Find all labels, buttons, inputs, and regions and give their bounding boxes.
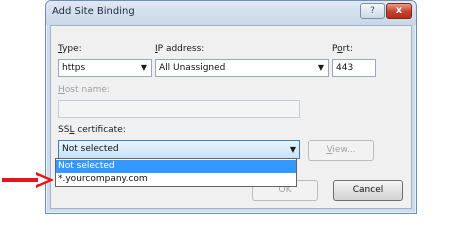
type-label: Type: [58,44,82,54]
ip-address-label: IP address: [155,44,205,54]
help-button[interactable]: ? [360,3,385,19]
arrow-right-icon [2,172,54,188]
close-icon: x [395,5,403,16]
ip-address-select[interactable]: All Unassigned ▼ [155,59,329,77]
ssl-certificate-dropdown-list: Not selected *.yourcompany.com [55,158,297,187]
view-button[interactable]: View... [308,140,374,161]
host-name-label: Host name: [58,85,110,95]
type-value: https [62,63,86,73]
port-input[interactable]: 443 [332,59,376,77]
dropdown-option-yourcompany[interactable]: *.yourcompany.com [56,173,296,186]
chevron-down-icon: ▼ [317,63,324,72]
title-bar[interactable]: Add Site Binding ? x [46,1,416,25]
dialog-title: Add Site Binding [52,6,135,17]
close-button[interactable]: x [386,3,412,19]
chevron-down-icon: ▼ [289,145,296,154]
ip-address-value: All Unassigned [159,63,226,73]
type-select[interactable]: https ▼ [58,59,152,77]
ssl-certificate-label: SSL certificate: [58,125,126,135]
chevron-down-icon: ▼ [140,63,147,72]
port-value: 443 [336,63,354,73]
help-icon: ? [370,6,375,16]
dropdown-option-not-selected[interactable]: Not selected [56,160,296,173]
ssl-certificate-select[interactable]: Not selected ▼ [58,140,300,159]
port-label: Port: [332,44,353,54]
host-name-input[interactable] [58,100,300,118]
ssl-certificate-value: Not selected [62,144,119,154]
cancel-button[interactable]: Cancel [333,180,403,201]
